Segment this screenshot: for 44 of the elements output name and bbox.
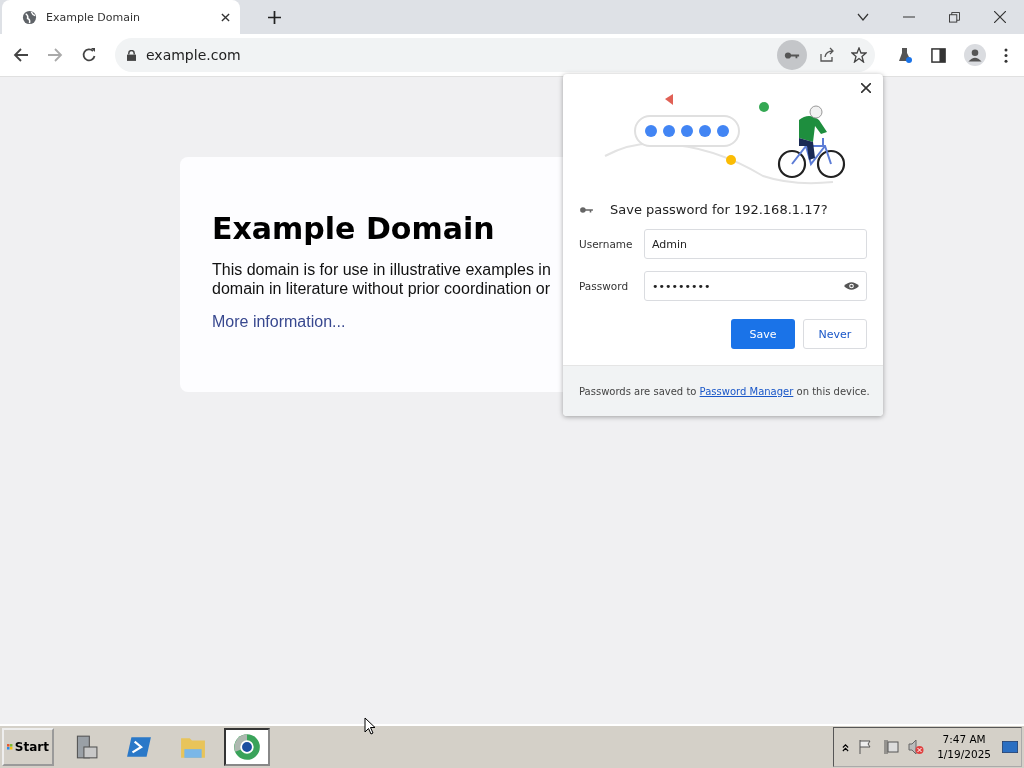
share-icon[interactable] xyxy=(819,47,835,63)
close-icon[interactable] xyxy=(861,83,871,93)
key-icon xyxy=(579,205,594,214)
globe-icon xyxy=(233,733,261,761)
eye-icon[interactable] xyxy=(844,281,859,291)
taskbar-app[interactable] xyxy=(224,728,270,766)
menu-icon[interactable] xyxy=(1004,47,1008,63)
field-label: Password xyxy=(579,280,630,292)
muted-speaker-icon[interactable] xyxy=(908,739,925,755)
more-information-link[interactable]: More information... xyxy=(212,313,346,330)
new-tab-icon[interactable] xyxy=(268,10,281,24)
clock-time: 7:47 AM xyxy=(942,732,986,747)
password-manager-link[interactable]: Password Manager xyxy=(699,385,794,397)
save-button[interactable]: Save xyxy=(731,319,795,349)
browser-tab[interactable]: Example Domain xyxy=(2,0,240,34)
page-paragraph: This domain is for use in illustrative examples in domain in literature without prior coordination or xyxy=(212,260,551,298)
never-button[interactable]: Never xyxy=(803,319,867,349)
network-icon[interactable] xyxy=(883,739,900,755)
terminal-icon xyxy=(126,734,152,760)
key-icon xyxy=(784,50,800,60)
password-field[interactable]: ••••••••• xyxy=(644,271,867,301)
popup-title: Save password for 192.168.1.17? xyxy=(610,202,828,217)
page-heading: Example Domain xyxy=(212,211,495,246)
restore-icon[interactable] xyxy=(949,11,960,23)
footer-note: Passwords are saved to Password Manager on this device. xyxy=(579,385,870,397)
chevron-down-icon[interactable] xyxy=(857,13,869,21)
address-bar[interactable]: example.com xyxy=(115,38,875,72)
side-panel-icon[interactable] xyxy=(931,47,946,63)
start-button[interactable]: Start xyxy=(2,728,54,766)
username-field[interactable]: Admin xyxy=(644,229,867,259)
close-icon[interactable] xyxy=(994,11,1006,23)
close-icon[interactable] xyxy=(221,12,230,22)
clock[interactable]: 7:47 AM 1/19/2025 xyxy=(937,732,991,762)
chevron-up-icon[interactable] xyxy=(842,742,850,752)
field-label: Username xyxy=(579,238,634,250)
back-icon[interactable] xyxy=(13,47,29,63)
lock-icon xyxy=(127,49,136,61)
flask-icon[interactable] xyxy=(897,47,913,63)
key-button[interactable] xyxy=(777,40,807,70)
reload-icon[interactable] xyxy=(81,47,97,63)
globe-icon xyxy=(22,9,37,25)
star-icon[interactable] xyxy=(851,47,867,63)
profile-icon[interactable] xyxy=(964,44,986,66)
clock-date: 1/19/2025 xyxy=(937,747,991,762)
